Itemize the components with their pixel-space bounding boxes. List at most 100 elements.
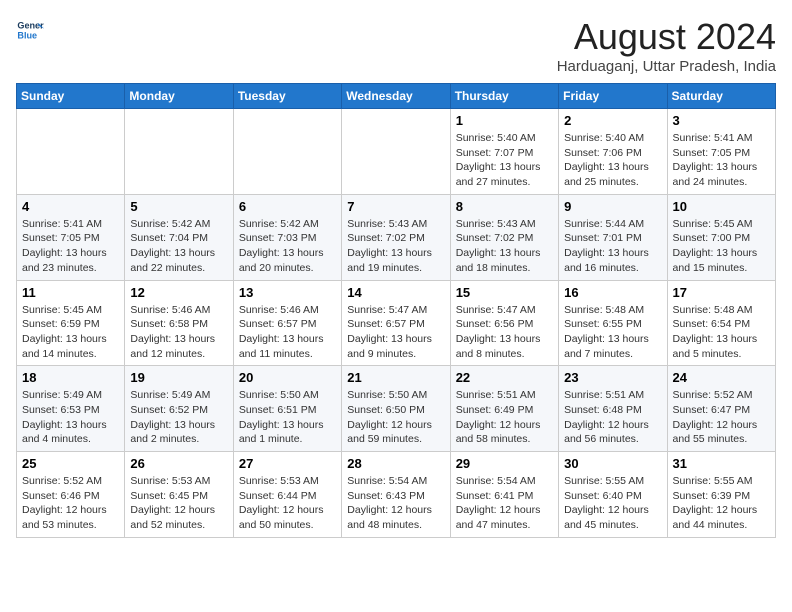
empty-cell: [233, 109, 341, 195]
day-cell-29: 29 Sunrise: 5:54 AM Sunset: 6:41 PM Dayli…: [450, 452, 558, 538]
day-cell-28: 28 Sunrise: 5:54 AM Sunset: 6:43 PM Dayli…: [342, 452, 450, 538]
day-cell-15: 15 Sunrise: 5:47 AM Sunset: 6:56 PM Dayli…: [450, 280, 558, 366]
day-cell-18: 18 Sunrise: 5:49 AM Sunset: 6:53 PM Dayli…: [17, 366, 125, 452]
day-number: 1: [456, 113, 553, 128]
day-info: Sunrise: 5:41 AM Sunset: 7:05 PM Dayligh…: [673, 131, 770, 190]
day-cell-13: 13 Sunrise: 5:46 AM Sunset: 6:57 PM Dayli…: [233, 280, 341, 366]
empty-cell: [125, 109, 233, 195]
week-row-5: 25 Sunrise: 5:52 AM Sunset: 6:46 PM Dayli…: [17, 452, 776, 538]
day-number: 2: [564, 113, 661, 128]
day-cell-6: 6 Sunrise: 5:42 AM Sunset: 7:03 PM Daylig…: [233, 194, 341, 280]
day-info: Sunrise: 5:54 AM Sunset: 6:43 PM Dayligh…: [347, 474, 444, 533]
day-number: 24: [673, 370, 770, 385]
day-number: 8: [456, 199, 553, 214]
week-row-1: 1 Sunrise: 5:40 AM Sunset: 7:07 PM Daylig…: [17, 109, 776, 195]
day-info: Sunrise: 5:47 AM Sunset: 6:56 PM Dayligh…: [456, 303, 553, 362]
day-cell-14: 14 Sunrise: 5:47 AM Sunset: 6:57 PM Dayli…: [342, 280, 450, 366]
day-info: Sunrise: 5:45 AM Sunset: 6:59 PM Dayligh…: [22, 303, 119, 362]
day-number: 9: [564, 199, 661, 214]
day-number: 19: [130, 370, 227, 385]
weekday-header-saturday: Saturday: [667, 84, 775, 109]
page-header: General Blue August 2024 Harduaganj, Utt…: [16, 16, 776, 75]
week-row-4: 18 Sunrise: 5:49 AM Sunset: 6:53 PM Dayli…: [17, 366, 776, 452]
day-info: Sunrise: 5:46 AM Sunset: 6:57 PM Dayligh…: [239, 303, 336, 362]
logo: General Blue: [16, 16, 44, 44]
day-info: Sunrise: 5:53 AM Sunset: 6:45 PM Dayligh…: [130, 474, 227, 533]
day-number: 13: [239, 285, 336, 300]
day-info: Sunrise: 5:42 AM Sunset: 7:03 PM Dayligh…: [239, 217, 336, 276]
day-info: Sunrise: 5:52 AM Sunset: 6:46 PM Dayligh…: [22, 474, 119, 533]
day-info: Sunrise: 5:51 AM Sunset: 6:48 PM Dayligh…: [564, 388, 661, 447]
day-info: Sunrise: 5:50 AM Sunset: 6:51 PM Dayligh…: [239, 388, 336, 447]
day-number: 15: [456, 285, 553, 300]
day-info: Sunrise: 5:45 AM Sunset: 7:00 PM Dayligh…: [673, 217, 770, 276]
day-number: 28: [347, 456, 444, 471]
day-cell-25: 25 Sunrise: 5:52 AM Sunset: 6:46 PM Dayli…: [17, 452, 125, 538]
day-info: Sunrise: 5:44 AM Sunset: 7:01 PM Dayligh…: [564, 217, 661, 276]
day-number: 10: [673, 199, 770, 214]
empty-cell: [17, 109, 125, 195]
day-number: 17: [673, 285, 770, 300]
day-number: 29: [456, 456, 553, 471]
day-cell-12: 12Sunrise: 5:46 AM Sunset: 6:58 PM Dayli…: [125, 280, 233, 366]
day-cell-19: 19 Sunrise: 5:49 AM Sunset: 6:52 PM Dayli…: [125, 366, 233, 452]
title-block: August 2024 Harduaganj, Uttar Pradesh, I…: [557, 16, 776, 75]
week-row-2: 4 Sunrise: 5:41 AM Sunset: 7:05 PM Daylig…: [17, 194, 776, 280]
day-number: 18: [22, 370, 119, 385]
day-cell-16: 16Sunrise: 5:48 AM Sunset: 6:55 PM Dayli…: [559, 280, 667, 366]
day-info: Sunrise: 5:43 AM Sunset: 7:02 PM Dayligh…: [456, 217, 553, 276]
day-number: 6: [239, 199, 336, 214]
day-number: 5: [130, 199, 227, 214]
day-cell-10: 10 Sunrise: 5:45 AM Sunset: 7:00 PM Dayli…: [667, 194, 775, 280]
day-number: 31: [673, 456, 770, 471]
day-info: Sunrise: 5:51 AM Sunset: 6:49 PM Dayligh…: [456, 388, 553, 447]
day-info: Sunrise: 5:47 AM Sunset: 6:57 PM Dayligh…: [347, 303, 444, 362]
day-cell-5: 5Sunrise: 5:42 AM Sunset: 7:04 PM Daylig…: [125, 194, 233, 280]
month-title: August 2024: [557, 16, 776, 58]
day-info: Sunrise: 5:43 AM Sunset: 7:02 PM Dayligh…: [347, 217, 444, 276]
day-cell-1: 1 Sunrise: 5:40 AM Sunset: 7:07 PM Daylig…: [450, 109, 558, 195]
day-number: 11: [22, 285, 119, 300]
day-cell-26: 26 Sunrise: 5:53 AM Sunset: 6:45 PM Dayli…: [125, 452, 233, 538]
day-number: 20: [239, 370, 336, 385]
day-cell-3: 3 Sunrise: 5:41 AM Sunset: 7:05 PM Daylig…: [667, 109, 775, 195]
day-info: Sunrise: 5:50 AM Sunset: 6:50 PM Dayligh…: [347, 388, 444, 447]
day-number: 3: [673, 113, 770, 128]
day-cell-20: 20 Sunrise: 5:50 AM Sunset: 6:51 PM Dayli…: [233, 366, 341, 452]
day-number: 27: [239, 456, 336, 471]
weekday-header-sunday: Sunday: [17, 84, 125, 109]
day-number: 25: [22, 456, 119, 471]
weekday-header-friday: Friday: [559, 84, 667, 109]
day-number: 30: [564, 456, 661, 471]
weekday-header-monday: Monday: [125, 84, 233, 109]
weekday-header-row: SundayMondayTuesdayWednesdayThursdayFrid…: [17, 84, 776, 109]
day-info: Sunrise: 5:49 AM Sunset: 6:53 PM Dayligh…: [22, 388, 119, 447]
day-info: Sunrise: 5:54 AM Sunset: 6:41 PM Dayligh…: [456, 474, 553, 533]
svg-text:Blue: Blue: [17, 30, 37, 40]
day-cell-27: 27Sunrise: 5:53 AM Sunset: 6:44 PM Dayli…: [233, 452, 341, 538]
day-cell-17: 17 Sunrise: 5:48 AM Sunset: 6:54 PM Dayli…: [667, 280, 775, 366]
day-cell-9: 9 Sunrise: 5:44 AM Sunset: 7:01 PM Daylig…: [559, 194, 667, 280]
day-cell-23: 23 Sunrise: 5:51 AM Sunset: 6:48 PM Dayli…: [559, 366, 667, 452]
day-number: 21: [347, 370, 444, 385]
day-number: 23: [564, 370, 661, 385]
weekday-header-tuesday: Tuesday: [233, 84, 341, 109]
day-info: Sunrise: 5:40 AM Sunset: 7:07 PM Dayligh…: [456, 131, 553, 190]
day-info: Sunrise: 5:49 AM Sunset: 6:52 PM Dayligh…: [130, 388, 227, 447]
day-info: Sunrise: 5:55 AM Sunset: 6:40 PM Dayligh…: [564, 474, 661, 533]
day-info: Sunrise: 5:40 AM Sunset: 7:06 PM Dayligh…: [564, 131, 661, 190]
day-info: Sunrise: 5:41 AM Sunset: 7:05 PM Dayligh…: [22, 217, 119, 276]
day-number: 26: [130, 456, 227, 471]
day-cell-2: 2 Sunrise: 5:40 AM Sunset: 7:06 PM Daylig…: [559, 109, 667, 195]
day-cell-21: 21 Sunrise: 5:50 AM Sunset: 6:50 PM Dayli…: [342, 366, 450, 452]
empty-cell: [342, 109, 450, 195]
logo-icon: General Blue: [16, 16, 44, 44]
day-cell-8: 8 Sunrise: 5:43 AM Sunset: 7:02 PM Daylig…: [450, 194, 558, 280]
day-cell-22: 22Sunrise: 5:51 AM Sunset: 6:49 PM Dayli…: [450, 366, 558, 452]
week-row-3: 11 Sunrise: 5:45 AM Sunset: 6:59 PM Dayli…: [17, 280, 776, 366]
day-info: Sunrise: 5:48 AM Sunset: 6:54 PM Dayligh…: [673, 303, 770, 362]
day-number: 4: [22, 199, 119, 214]
day-cell-30: 30 Sunrise: 5:55 AM Sunset: 6:40 PM Dayli…: [559, 452, 667, 538]
day-cell-11: 11 Sunrise: 5:45 AM Sunset: 6:59 PM Dayli…: [17, 280, 125, 366]
day-number: 14: [347, 285, 444, 300]
